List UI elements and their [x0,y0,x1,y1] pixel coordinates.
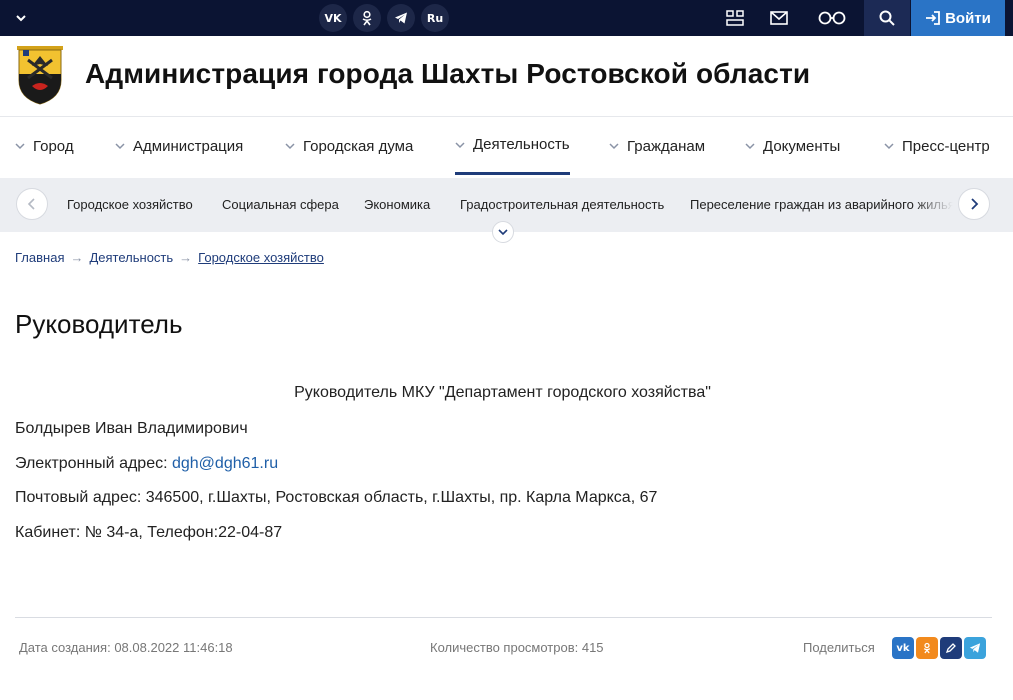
nav-item-label: Пресс-центр [902,137,990,155]
odnoklassniki-icon [923,642,931,654]
share-label: Поделиться [803,640,875,655]
top-bar: VK Ru Войти [0,0,1013,36]
chevron-down-icon[interactable] [12,9,30,27]
login-icon [926,11,940,25]
sub-nav-item-social[interactable]: Социальная сфера [222,197,339,212]
chevron-right-icon [971,198,979,210]
vk-icon: vk [896,642,910,654]
chevron-down-icon [15,143,25,150]
nav-item-label: Гражданам [627,137,706,155]
search-button[interactable] [864,0,910,36]
site-title: Администрация города Шахты Ростовской об… [85,58,811,89]
chevron-down-icon [498,229,508,236]
odnoklassniki-icon[interactable] [353,4,381,32]
chevron-down-icon [745,143,755,150]
nav-item-press-center[interactable]: Пресс-центр [884,117,990,175]
vk-icon[interactable]: VK [319,4,347,32]
glasses-icon[interactable] [810,0,854,36]
email-link[interactable]: dgh@dgh61.ru [172,455,278,472]
telegram-icon [969,643,981,653]
head-name: Болдырев Иван Владимирович [15,420,248,437]
sub-nav-item-urban-planning[interactable]: Градостроительная деятельность [460,197,664,212]
breadcrumb-separator: → [70,250,84,265]
share-ok-button[interactable] [916,637,938,659]
nav-item-activity[interactable]: Деятельность [455,117,570,175]
breadcrumb: Главная → Деятельность → Городское хозяйство [15,250,324,265]
main-nav: Город Администрация Городская дума Деяте… [0,117,1013,177]
sub-nav-next-button[interactable] [958,188,990,220]
office-phone: Кабинет: № 34-а, Телефон:22-04-87 [15,524,283,541]
sitemap-icon[interactable] [713,0,757,36]
site-header: Администрация города Шахты Ростовской об… [0,36,1013,117]
coat-of-arms-logo[interactable] [14,44,66,106]
breadcrumb-activity[interactable]: Деятельность [89,250,173,265]
nav-item-label: Документы [763,137,841,155]
mail-icon[interactable] [757,0,801,36]
sub-nav-item-city-economy[interactable]: Городское хозяйство [67,197,193,212]
login-label: Войти [945,9,991,27]
breadcrumb-home[interactable]: Главная [15,250,64,265]
nav-item-city-duma[interactable]: Городская дума [285,117,413,175]
pen-icon [945,643,956,654]
chevron-left-icon [27,198,35,210]
nav-item-label: Деятельность [473,136,570,153]
search-icon [879,10,895,26]
nav-item-administration[interactable]: Администрация [115,117,243,175]
chevron-down-icon [115,143,125,150]
nav-item-documents[interactable]: Документы [745,117,840,175]
language-icon[interactable]: Ru [421,4,449,32]
sub-nav-expand-button[interactable] [492,221,514,243]
view-count: Количество просмотров: 415 [430,640,604,655]
email-line: Электронный адрес: dgh@dgh61.ru [15,455,278,473]
nav-item-label: Городская дума [303,137,414,155]
nav-item-label: Администрация [133,137,244,155]
login-button[interactable]: Войти [911,0,1005,36]
sub-nav-item-economy[interactable]: Экономика [364,197,430,212]
nav-item-gorod[interactable]: Город [15,117,74,175]
share-vk-button[interactable]: vk [892,637,914,659]
share-pen-button[interactable] [940,637,962,659]
created-date: Дата создания: 08.08.2022 11:46:18 [19,640,233,655]
sub-nav-prev-button[interactable] [16,188,48,220]
nav-item-citizens[interactable]: Гражданам [609,117,705,175]
chevron-down-icon [884,143,894,150]
page-title: Руководитель [15,309,183,339]
nav-item-label: Город [33,137,74,155]
breadcrumb-separator: → [179,250,193,265]
chevron-down-icon [285,143,295,150]
content-heading: Руководитель МКУ "Департамент городского… [294,384,711,401]
telegram-icon[interactable] [387,4,415,32]
chevron-down-icon [609,143,619,150]
postal-address: Почтовый адрес: 346500, г.Шахты, Ростовс… [15,489,658,506]
share-telegram-button[interactable] [964,637,986,659]
email-label: Электронный адрес: [15,455,172,472]
sub-nav-fade [913,178,953,232]
footer-divider [15,617,992,618]
chevron-down-icon [455,141,465,148]
breadcrumb-city-economy[interactable]: Городское хозяйство [198,250,324,265]
